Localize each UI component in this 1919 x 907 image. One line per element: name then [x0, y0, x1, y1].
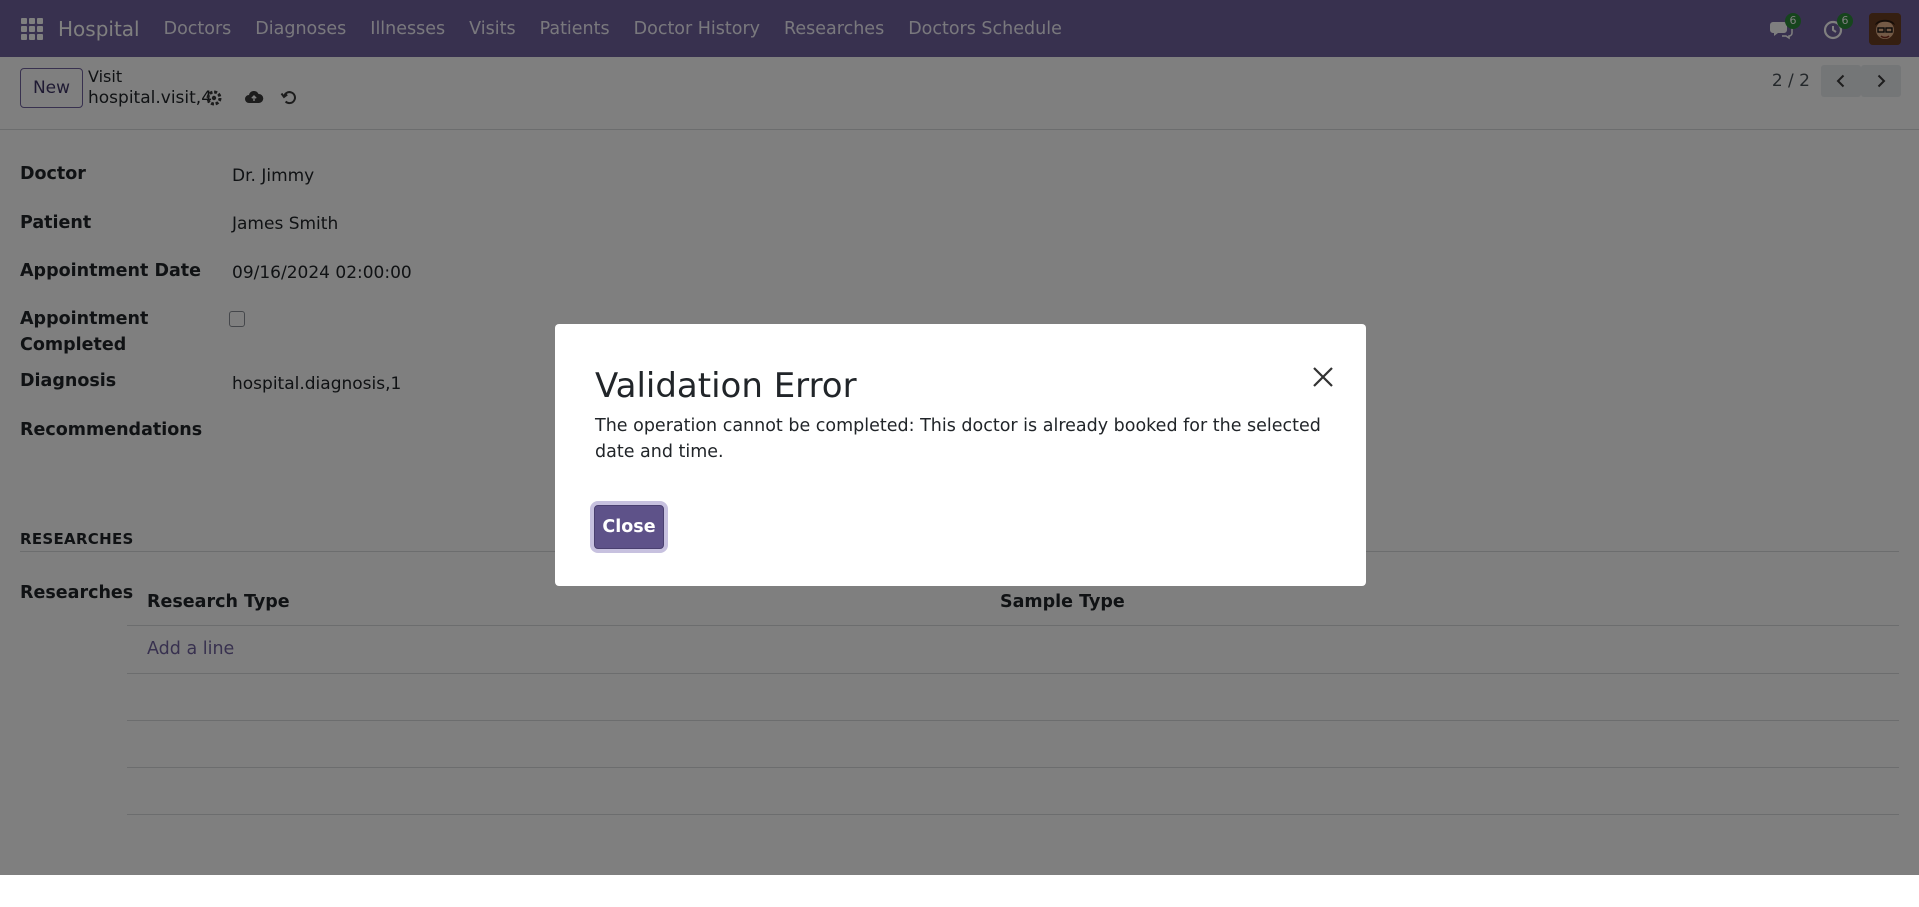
close-button[interactable]: Close	[594, 505, 664, 549]
close-icon[interactable]	[1310, 364, 1336, 390]
validation-error-dialog: Validation Error The operation cannot be…	[555, 324, 1366, 586]
dialog-title: Validation Error	[595, 366, 857, 406]
dialog-message: The operation cannot be completed: This …	[595, 416, 1321, 462]
